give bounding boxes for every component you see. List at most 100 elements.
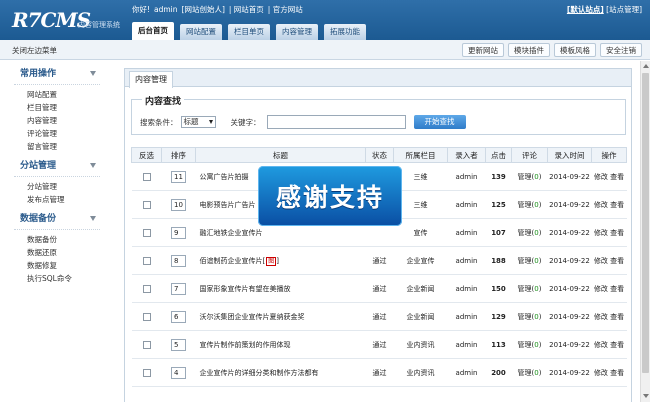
sidebar-item-sql[interactable]: 执行SQL命令 bbox=[0, 272, 108, 285]
order-input[interactable]: 6 bbox=[171, 310, 186, 323]
scroll-down-icon[interactable] bbox=[643, 394, 649, 398]
content-panel: 内容管理 内容查找 搜索条件： 标题 关键字： 开始查找 反选 排序 标题 状态… bbox=[124, 68, 632, 402]
logout-button[interactable]: 安全注销 bbox=[600, 43, 642, 57]
edit-link[interactable]: 修改 bbox=[594, 341, 608, 349]
edit-link[interactable]: 修改 bbox=[594, 173, 608, 181]
tab-content-manage[interactable]: 内容管理 bbox=[129, 71, 173, 88]
sidebar-item-substation-manage[interactable]: 分站管理 bbox=[0, 180, 108, 193]
edit-link[interactable]: 修改 bbox=[594, 201, 608, 209]
default-site-link[interactable]: [默认站点] bbox=[567, 5, 604, 14]
welcome-bar: 你好! admin [网站创始人] | 网站首页 | 官方网站 bbox=[132, 5, 303, 14]
order-input[interactable]: 4 bbox=[171, 366, 186, 379]
actions-cell: 修改 查看 bbox=[591, 218, 627, 247]
row-checkbox[interactable] bbox=[142, 172, 151, 181]
comment-manage-link[interactable]: 管理 bbox=[518, 201, 532, 209]
comment-manage-link[interactable]: 管理 bbox=[518, 229, 532, 237]
nav-tab-columns[interactable]: 栏目单页 bbox=[228, 24, 270, 40]
comment-manage-link[interactable]: 管理 bbox=[518, 285, 532, 293]
edit-link[interactable]: 修改 bbox=[594, 257, 608, 265]
search-button[interactable]: 开始查找 bbox=[413, 115, 466, 129]
row-title-link[interactable]: 企业宣传片的详细分类和制作方法都有 bbox=[200, 369, 319, 377]
row-title-link[interactable]: 公寓广告片拍摄 bbox=[200, 173, 249, 181]
view-link[interactable]: 查看 bbox=[610, 341, 624, 349]
comment-manage-link[interactable]: 管理 bbox=[518, 257, 532, 265]
view-link[interactable]: 查看 bbox=[610, 201, 624, 209]
scrollbar[interactable] bbox=[640, 61, 650, 402]
category-cell[interactable]: 企业新闻 bbox=[393, 302, 448, 331]
sidebar-item-content[interactable]: 内容管理 bbox=[0, 114, 108, 127]
sidebar-item-comments[interactable]: 评论管理 bbox=[0, 127, 108, 140]
hide-menu-link[interactable]: 关闭左边菜单 bbox=[12, 45, 57, 56]
nav-tab-content[interactable]: 内容管理 bbox=[276, 24, 318, 40]
view-link[interactable]: 查看 bbox=[610, 229, 624, 237]
update-site-button[interactable]: 更新网站 bbox=[462, 43, 504, 57]
order-input[interactable]: 11 bbox=[171, 170, 186, 183]
row-title-link[interactable]: 国家形象宣传片有望在美播放 bbox=[200, 285, 291, 293]
nav-tab-home[interactable]: 后台首页 bbox=[132, 22, 174, 40]
link-site-home[interactable]: 网站首页 bbox=[234, 5, 264, 14]
status-cell: 通过 bbox=[365, 302, 394, 331]
comment-manage-link[interactable]: 管理 bbox=[518, 173, 532, 181]
row-checkbox[interactable] bbox=[142, 228, 151, 237]
order-input[interactable]: 10 bbox=[171, 198, 186, 211]
site-manage-link[interactable]: [站点管理] bbox=[606, 5, 642, 14]
row-checkbox[interactable] bbox=[142, 368, 151, 377]
view-link[interactable]: 查看 bbox=[610, 369, 624, 377]
row-title-link[interactable]: 沃尔沃集团企业宣传片夏纳获金奖 bbox=[200, 313, 305, 321]
nav-tab-site-config[interactable]: 网站配置 bbox=[180, 24, 222, 40]
link-official-site[interactable]: 官方网站 bbox=[273, 5, 303, 14]
status-cell: 通过 bbox=[365, 246, 394, 275]
sidebar-section-title[interactable]: 常用操作 bbox=[0, 67, 108, 81]
templates-button[interactable]: 模板风格 bbox=[554, 43, 596, 57]
row-title-link[interactable]: 佰谊制药企业宣传片 bbox=[200, 257, 263, 265]
sidebar-item-messages[interactable]: 留言管理 bbox=[0, 140, 108, 153]
col-invert-select[interactable]: 反选 bbox=[131, 147, 162, 163]
category-cell[interactable]: 业内资讯 bbox=[393, 330, 448, 359]
comment-manage-link[interactable]: 管理 bbox=[518, 313, 532, 321]
table-header-row: 反选 排序 标题 状态 所属栏目 录入者 点击 评论 录入时间 操作 bbox=[131, 147, 627, 163]
row-checkbox[interactable] bbox=[142, 200, 151, 209]
view-link[interactable]: 查看 bbox=[610, 257, 624, 265]
sidebar-item-columns[interactable]: 栏目管理 bbox=[0, 101, 108, 114]
category-cell[interactable]: 业内资讯 bbox=[393, 358, 448, 387]
row-checkbox[interactable] bbox=[142, 340, 151, 349]
scroll-thumb[interactable] bbox=[642, 73, 649, 373]
sidebar-item-publish-points[interactable]: 发布点管理 bbox=[0, 193, 108, 206]
search-condition-select[interactable]: 标题 bbox=[180, 116, 216, 128]
sidebar-item-repair[interactable]: 数据修复 bbox=[0, 259, 108, 272]
sidebar-section-title[interactable]: 数据备份 bbox=[0, 212, 108, 226]
view-link[interactable]: 查看 bbox=[610, 173, 624, 181]
row-checkbox[interactable] bbox=[142, 284, 151, 293]
comment-manage-link[interactable]: 管理 bbox=[518, 341, 532, 349]
row-title-link[interactable]: 融汇地铁企业宣传片 bbox=[200, 229, 263, 237]
row-title-link[interactable]: 宣传片制作前策划的作用体现 bbox=[200, 341, 291, 349]
comment-manage-link[interactable]: 管理 bbox=[518, 369, 532, 377]
keyword-input[interactable] bbox=[266, 115, 406, 129]
edit-link[interactable]: 修改 bbox=[594, 369, 608, 377]
welcome-role[interactable]: [网站创始人] bbox=[182, 5, 225, 14]
order-input[interactable]: 8 bbox=[171, 254, 186, 267]
edit-link[interactable]: 修改 bbox=[594, 285, 608, 293]
order-input[interactable]: 7 bbox=[171, 282, 186, 295]
view-link[interactable]: 查看 bbox=[610, 285, 624, 293]
view-link[interactable]: 查看 bbox=[610, 313, 624, 321]
sidebar-section-title[interactable]: 分站管理 bbox=[0, 159, 108, 173]
row-title-link[interactable]: 电影预告片广告片 bbox=[200, 201, 256, 209]
row-checkbox-cell bbox=[131, 190, 162, 219]
sidebar-item-backup[interactable]: 数据备份 bbox=[0, 233, 108, 246]
category-cell[interactable]: 企业宣传 bbox=[393, 246, 448, 275]
edit-link[interactable]: 修改 bbox=[594, 229, 608, 237]
order-input[interactable]: 5 bbox=[171, 338, 186, 351]
row-checkbox[interactable] bbox=[142, 312, 151, 321]
nav-tab-extensions[interactable]: 拓展功能 bbox=[324, 24, 366, 40]
scroll-up-icon[interactable] bbox=[643, 64, 649, 68]
row-checkbox[interactable] bbox=[142, 256, 151, 265]
order-input[interactable]: 9 bbox=[171, 226, 186, 239]
order-cell: 8 bbox=[161, 246, 196, 275]
comment-cell: 管理(0) bbox=[511, 246, 548, 275]
sidebar-item-restore[interactable]: 数据还原 bbox=[0, 246, 108, 259]
plugins-button[interactable]: 模块插件 bbox=[508, 43, 550, 57]
sidebar-item-site-config[interactable]: 网站配置 bbox=[0, 88, 108, 101]
category-cell[interactable]: 企业新闻 bbox=[393, 274, 448, 303]
edit-link[interactable]: 修改 bbox=[594, 313, 608, 321]
